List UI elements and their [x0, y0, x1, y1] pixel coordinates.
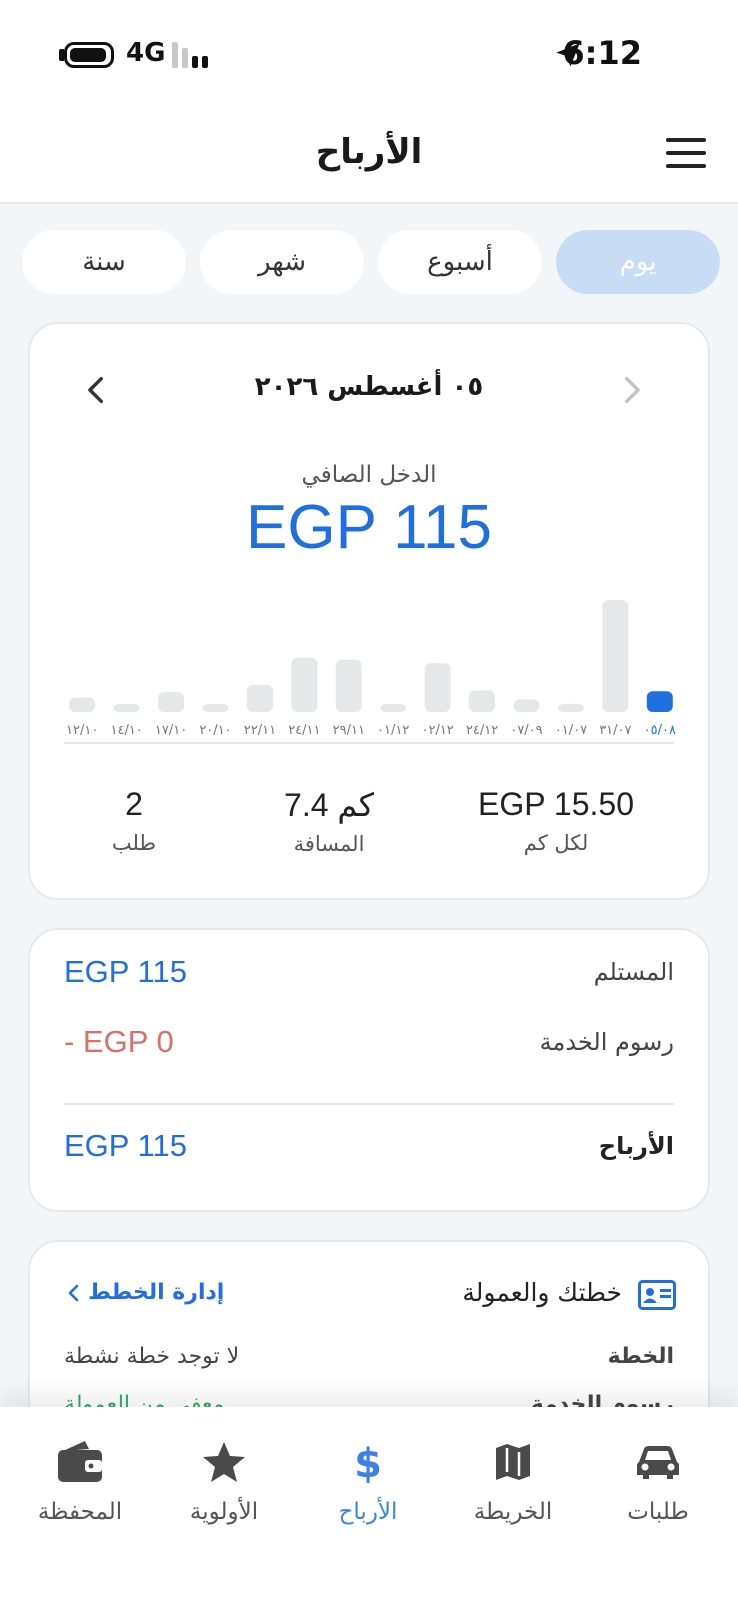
- chart-bar[interactable]: [646, 691, 673, 712]
- nav-label: المحفظة: [37, 1499, 123, 1525]
- received-row: المستلم EGP 115: [64, 950, 674, 1000]
- chart-tick-label: ٠٧/٠٩: [510, 723, 542, 738]
- chart-bar[interactable]: [113, 704, 140, 712]
- plan-key: الخطة: [607, 1344, 674, 1369]
- stat-distance: 7.4 كم المسافة: [244, 786, 414, 856]
- manage-plans-label: إدارة الخطط: [88, 1280, 225, 1305]
- stat-orders: 2 طلب: [94, 786, 174, 855]
- net-income-label: الدخل الصافي: [301, 462, 437, 488]
- tab-week[interactable]: أسبوع: [378, 230, 542, 294]
- stat-per-km: EGP 15.50 لكل كم: [456, 786, 656, 855]
- chart-tick-label: ١٤/١٠: [110, 723, 142, 738]
- network-type: 4G: [126, 38, 166, 68]
- period-tabs: يوم أسبوع شهر سنة: [20, 230, 720, 296]
- plan-section-title: خطتك والعمولة: [462, 1278, 622, 1307]
- stat-value: 2: [125, 786, 143, 822]
- tab-year[interactable]: سنة: [22, 230, 186, 294]
- signal-icon: [172, 42, 212, 68]
- nav-item-priority[interactable]: الأولوية: [154, 1435, 294, 1525]
- service-fees-label: رسوم الخدمة: [539, 1028, 674, 1056]
- plan-row: الخطة لا توجد خطة نشطة: [64, 1340, 674, 1380]
- chart-bar[interactable]: [158, 692, 185, 712]
- earnings-total-row: الأرباح EGP 115: [64, 1124, 674, 1174]
- wallet-icon: [58, 1441, 102, 1482]
- map-icon: [496, 1444, 530, 1480]
- chart-bar[interactable]: [202, 704, 229, 712]
- chart-bar[interactable]: [602, 600, 629, 712]
- chart-tick-label: ٢٤/١٢: [466, 723, 498, 738]
- earnings-breakdown-card: المستلم EGP 115 رسوم الخدمة - EGP 0 الأر…: [28, 928, 710, 1212]
- chart-tick-label: ٠٥/٠٨: [644, 723, 676, 738]
- nav-item-map[interactable]: الخريطة: [443, 1435, 583, 1525]
- nav-item-earnings[interactable]: $ الأرباح: [298, 1435, 438, 1525]
- received-label: المستلم: [593, 958, 674, 986]
- star-icon: [203, 1442, 245, 1482]
- chart-tick-label: ٢٠/١٠: [199, 723, 231, 738]
- chart-bar[interactable]: [557, 703, 584, 712]
- dollar-icon: $: [354, 1441, 382, 1485]
- chart-bar[interactable]: [69, 697, 96, 712]
- divider: [64, 742, 674, 744]
- stat-label: المسافة: [293, 832, 365, 856]
- chart-tick-label: ٠٢/١٢: [421, 723, 453, 738]
- selected-date: ٠٥ أغسطس ٢٠٢٦: [254, 372, 484, 402]
- chart-tick-label: ٢٢/١١: [244, 723, 276, 738]
- car-icon: [637, 1446, 679, 1479]
- stat-value: 7.4 كم: [284, 787, 374, 823]
- chart-tick-label: ١٧/١٠: [155, 723, 187, 738]
- service-fees-row: رسوم الخدمة - EGP 0: [64, 1020, 674, 1070]
- chevron-left-icon: [68, 1284, 79, 1301]
- id-card-icon: [638, 1280, 676, 1310]
- chart-tick-label: ٠١/١٢: [377, 723, 409, 738]
- nav-label: طلبات: [627, 1499, 689, 1525]
- chart-bar[interactable]: [291, 657, 318, 712]
- chart-bar[interactable]: [380, 704, 407, 712]
- chart-tick-label: ٢٩/١١: [333, 723, 365, 738]
- divider: [64, 1103, 674, 1105]
- tab-month[interactable]: شهر: [200, 230, 364, 294]
- earnings-summary-card: ٠٥ أغسطس ٢٠٢٦ الدخل الصافي EGP 115 ٠٥/٠٨…: [28, 322, 710, 900]
- nav-label: الأرباح: [338, 1499, 398, 1525]
- net-income-value: EGP 115: [246, 493, 492, 562]
- nav-item-wallet[interactable]: المحفظة: [10, 1435, 150, 1525]
- trip-stats: EGP 15.50 لكل كم 7.4 كم المسافة 2 طلب: [64, 786, 674, 886]
- stat-value: EGP 15.50: [478, 786, 634, 822]
- chart-bar[interactable]: [424, 663, 451, 712]
- chart-bar[interactable]: [513, 699, 540, 712]
- nav-label: الأولوية: [189, 1499, 259, 1525]
- chevron-right-icon[interactable]: [614, 372, 648, 408]
- battery-icon: [64, 42, 114, 68]
- received-value: EGP 115: [64, 954, 187, 989]
- chart-tick-label: ٢٤/١١: [288, 723, 320, 738]
- nav-item-orders[interactable]: طلبات: [588, 1435, 728, 1525]
- plan-value: لا توجد خطة نشطة: [64, 1344, 240, 1369]
- tab-day[interactable]: يوم: [556, 230, 720, 294]
- earnings-total-label: الأرباح: [598, 1132, 674, 1160]
- svg-text:$: $: [354, 1441, 382, 1485]
- clock: 6:12: [562, 34, 642, 72]
- chart-tick-label: ٠١/٠٧: [555, 723, 587, 738]
- battery-tip: [59, 49, 64, 61]
- manage-plans-link[interactable]: إدارة الخطط: [66, 1280, 224, 1305]
- nav-label: الخريطة: [473, 1499, 553, 1525]
- service-fees-value: - EGP 0: [64, 1024, 174, 1059]
- app-header: الأرباح: [0, 110, 738, 204]
- chart-bar[interactable]: [335, 659, 362, 712]
- chart-tick-label: ١٢/١٠: [66, 723, 98, 738]
- bottom-navigation: طلبات الخريطة $ الأرباح الأولوية المحفظة: [0, 1407, 738, 1600]
- chart-tick-label: ٣١/٠٧: [599, 723, 631, 738]
- page-title: الأرباح: [315, 132, 423, 172]
- chart-bar[interactable]: [246, 684, 273, 712]
- menu-icon[interactable]: [666, 138, 706, 168]
- chart-bar[interactable]: [469, 690, 496, 712]
- stat-label: طلب: [111, 831, 157, 855]
- date-navigator: ٠٥ أغسطس ٢٠٢٦: [30, 364, 708, 414]
- status-bar: 4G 6:12: [0, 0, 738, 110]
- daily-earnings-chart: ٠٥/٠٨ ٣١/٠٧ ٠١/٠٧ ٠٧/٠٩ ٢٤/١٢ ٠٢/١٢ ٠١/١٢ ٢٩/١١…: [66, 600, 676, 738]
- earnings-total-value: EGP 115: [64, 1128, 187, 1163]
- stat-label: لكل كم: [523, 831, 589, 855]
